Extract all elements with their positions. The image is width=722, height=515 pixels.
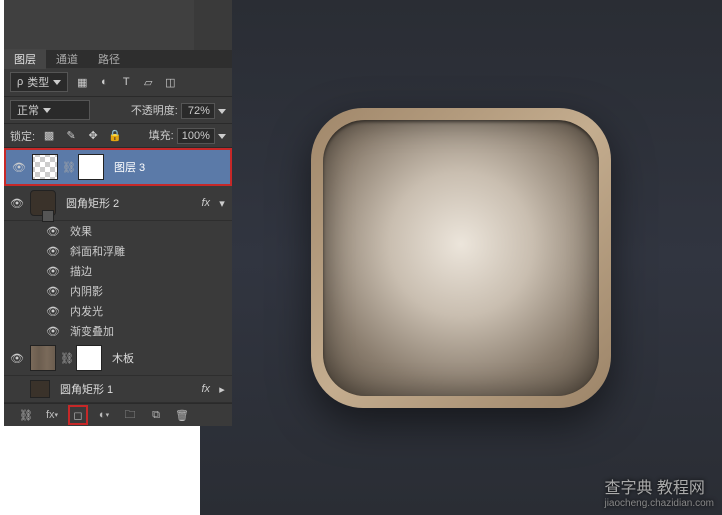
visibility-icon[interactable]: 👁 (44, 325, 62, 338)
watermark-url: jiaocheng.chazidian.com (604, 498, 714, 509)
watermark-text: 查字典 教程网 (604, 480, 704, 497)
visibility-icon[interactable]: 👁 (10, 161, 28, 174)
visibility-icon[interactable]: 👁 (44, 245, 62, 258)
filter-row: ρ 类型 ▦ ◐ T ▱ ◫ (4, 68, 232, 97)
visibility-icon[interactable]: 👁 (44, 265, 62, 278)
fx-header-label: 效果 (62, 223, 92, 239)
layer-name[interactable]: 木板 (106, 350, 228, 366)
link-icon: ⛓ (62, 161, 74, 174)
lock-move-icon[interactable]: ✥ (85, 128, 101, 144)
fx-item-label: 内发光 (62, 303, 103, 319)
layer-name[interactable]: 图层 3 (108, 159, 226, 175)
lock-row: 锁定: ▩ ✎ ✥ 🔒 填充: 100% (4, 124, 232, 148)
chevron-down-icon (43, 108, 51, 113)
layer-thumb[interactable] (30, 380, 50, 398)
new-layer-icon[interactable]: ⧉ (148, 407, 164, 423)
fx-item-label: 内阴影 (62, 283, 103, 299)
opacity-input[interactable]: 72% (181, 103, 215, 119)
fx-badge[interactable]: fx (201, 197, 216, 209)
visibility-icon[interactable]: 👁 (8, 197, 26, 210)
fill-group: 填充: 100% (149, 127, 226, 144)
filter-type-icon[interactable]: T (118, 74, 134, 90)
layer-name[interactable]: 圆角矩形 2 (60, 195, 201, 211)
tab-paths[interactable]: 路径 (88, 49, 130, 69)
link-layers-icon[interactable]: ⛓ (18, 407, 34, 423)
lock-icons: 锁定: ▩ ✎ ✥ 🔒 (10, 128, 123, 144)
fx-header-row[interactable]: 👁 效果 (4, 221, 232, 241)
shape-badge (42, 210, 54, 222)
tab-layers[interactable]: 图层 (4, 49, 46, 69)
layers-list: 👁 ⛓ 图层 3 👁 圆角矩形 2 fx ▾ 👁 效果 👁 斜面和浮雕 👁 描边 (4, 148, 232, 403)
fx-badge[interactable]: fx (201, 383, 216, 395)
new-group-icon[interactable]: 🗀 (122, 407, 138, 423)
layer-thumb[interactable] (30, 345, 56, 371)
lock-all-icon[interactable]: 🔒 (107, 128, 123, 144)
lock-brush-icon[interactable]: ✎ (63, 128, 79, 144)
chevron-down-icon (53, 80, 61, 85)
filter-pixel-icon[interactable]: ▦ (74, 74, 90, 90)
mask-thumb[interactable] (76, 345, 102, 371)
opacity-group: 不透明度: 72% (131, 102, 226, 119)
lock-label: 锁定: (10, 128, 35, 144)
tab-channels[interactable]: 通道 (46, 49, 88, 69)
icon-inner (323, 120, 599, 396)
fill-label: 填充: (149, 130, 174, 142)
chevron-down-icon[interactable] (218, 134, 226, 139)
chevron-down-icon[interactable]: ▾ (216, 197, 228, 210)
layer-thumb[interactable] (32, 154, 58, 180)
layer-fx-icon[interactable]: fx▾ (44, 407, 60, 423)
fx-item-row[interactable]: 👁 描边 (4, 261, 232, 281)
blend-mode-dropdown[interactable]: 正常 (10, 100, 90, 120)
visibility-icon[interactable]: 👁 (44, 225, 62, 238)
layer-row[interactable]: 圆角矩形 1 fx ▸ (4, 376, 232, 403)
lock-transparency-icon[interactable]: ▩ (41, 128, 57, 144)
visibility-icon[interactable]: 👁 (44, 305, 62, 318)
filter-adjust-icon[interactable]: ◐ (96, 74, 112, 90)
fx-item-label: 描边 (62, 263, 92, 279)
chevron-right-icon[interactable]: ▸ (216, 383, 228, 396)
fx-item-row[interactable]: 👁 斜面和浮雕 (4, 241, 232, 261)
blend-row: 正常 不透明度: 72% (4, 97, 232, 124)
layers-panel: 图层 通道 路径 ρ 类型 ▦ ◐ T ▱ ◫ 正常 不透明度: 72% 锁定:… (4, 0, 232, 426)
filter-smart-icon[interactable]: ◫ (162, 74, 178, 90)
fx-item-label: 渐变叠加 (62, 323, 114, 339)
fx-item-row[interactable]: 👁 内阴影 (4, 281, 232, 301)
opacity-label: 不透明度: (131, 105, 178, 117)
icon-artwork (311, 108, 611, 408)
mask-thumb[interactable] (78, 154, 104, 180)
panel-tabs: 图层 通道 路径 (4, 50, 232, 68)
add-mask-icon[interactable]: ◻ (70, 407, 86, 423)
blend-mode-value: 正常 (17, 102, 39, 118)
visibility-icon[interactable]: 👁 (8, 352, 26, 365)
fill-input[interactable]: 100% (177, 128, 215, 144)
delete-layer-icon[interactable]: 🗑 (174, 407, 190, 423)
chevron-down-icon[interactable] (218, 109, 226, 114)
filter-kind-dropdown[interactable]: ρ 类型 (10, 72, 68, 92)
filter-shape-icon[interactable]: ▱ (140, 74, 156, 90)
fx-item-label: 斜面和浮雕 (62, 243, 125, 259)
layer-row[interactable]: 👁 ⛓ 木板 (4, 341, 232, 376)
visibility-icon[interactable]: 👁 (44, 285, 62, 298)
layer-row[interactable]: 👁 圆角矩形 2 fx ▾ (4, 186, 232, 221)
watermark: 查字典 教程网 jiaocheng.chazidian.com (604, 474, 714, 509)
panel-top-spacer (4, 0, 194, 50)
layer-name[interactable]: 圆角矩形 1 (54, 381, 201, 397)
search-icon: ρ (17, 76, 23, 88)
fx-item-row[interactable]: 👁 内发光 (4, 301, 232, 321)
adjustment-layer-icon[interactable]: ◐▾ (96, 407, 112, 423)
link-icon: ⛓ (60, 352, 72, 365)
layer-row-selected[interactable]: 👁 ⛓ 图层 3 (4, 148, 232, 186)
panel-bottom-bar: ⛓ fx▾ ◻ ◐▾ 🗀 ⧉ 🗑 (4, 403, 232, 426)
fx-item-row[interactable]: 👁 渐变叠加 (4, 321, 232, 341)
canvas-area: 查字典 教程网 jiaocheng.chazidian.com (200, 0, 722, 515)
filter-kind-label: 类型 (27, 74, 49, 90)
